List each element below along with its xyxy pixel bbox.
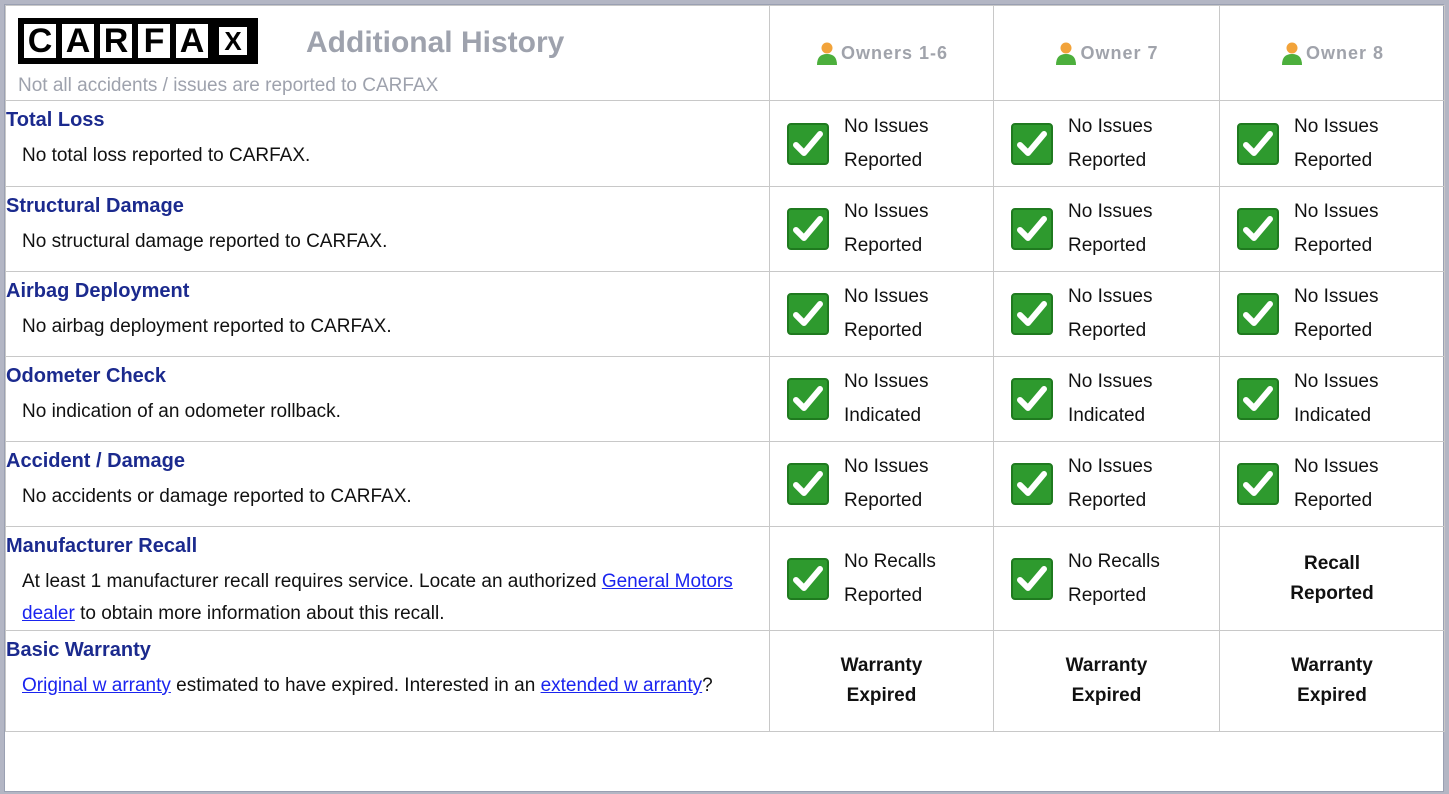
status-text: No Issues Reported [1068,115,1153,171]
header-cell: C A R F A X Additional History Not all a… [5,5,770,101]
owner-column-header: Owner 8 [1219,5,1445,101]
carfax-logo: C A R F A X [18,18,258,64]
category-description: No total loss reported to CARFAX. [22,145,311,166]
logo-letter: R [98,22,134,60]
check-icon [787,208,829,250]
section-title: Additional History [306,26,565,59]
check-icon [787,293,829,335]
status-text: No Issues Reported [1068,286,1153,341]
history-row-odometer-check: Odometer Check No indication of an odome… [5,356,1445,442]
status-text: No Recalls Reported [844,550,936,606]
history-row-accident-damage: Accident / Damage No accidents or damage… [5,441,1445,527]
category-title: Total Loss [6,109,105,131]
status-text: No Issues Reported [844,201,929,256]
history-row-basic-warranty: Basic Warranty Original w arranty estima… [5,630,1445,732]
history-row-total-loss: Total Loss No total loss reported to CAR… [5,100,1445,187]
status-text: No Recalls Reported [1068,550,1160,606]
check-icon [787,557,829,600]
check-icon [1011,208,1053,250]
header-row: C A R F A X Additional History Not all a… [5,5,1445,101]
check-icon [1237,463,1279,505]
check-icon [787,122,829,165]
warranty-status: Warranty Expired [1291,655,1373,706]
category-description: No airbag deployment reported to CARFAX. [22,316,392,337]
category-title: Basic Warranty [6,639,151,661]
warranty-status: Warranty Expired [1065,655,1148,706]
check-icon [1011,293,1053,335]
category-description: No accidents or damage reported to CARFA… [22,486,412,507]
owner-person-icon [1056,42,1077,65]
check-icon [1011,378,1053,420]
owner-label: Owner 8 [1305,42,1385,63]
owner-column-header: Owners 1-6 [769,5,994,101]
category-title: Structural Damage [6,195,184,217]
owner-label: Owner 7 [1080,42,1159,63]
history-row-manufacturer-recall: Manufacturer Recall At least 1 manufactu… [5,526,1445,631]
recall-status: Recall Reported [1290,552,1374,604]
category-description: Original w arranty estimated to have exp… [22,670,769,702]
status-text: No Issues Reported [1294,115,1379,171]
check-icon [1237,293,1279,335]
status-text: No Issues Reported [1294,456,1379,511]
logo-letter: C [22,22,58,60]
warranty-status: Warranty Expired [840,655,923,706]
category-description: At least 1 manufacturer recall requires … [22,566,769,630]
additional-history-panel: C A R F A X Additional History Not all a… [4,4,1445,792]
history-table: C A R F A X Additional History Not all a… [5,5,1445,732]
warranty-text: estimated to have expired. Interested in… [176,675,536,696]
status-text: No Issues Indicated [1068,371,1153,426]
category-description: No indication of an odometer rollback. [22,401,341,422]
status-text: No Issues Reported [844,115,929,171]
category-description: No structural damage reported to CARFAX. [22,231,388,252]
status-text: No Issues Reported [1068,456,1153,511]
logo-letter: A [60,22,96,60]
logo-letter: F [136,22,172,60]
check-icon [1237,378,1279,420]
check-icon [1011,463,1053,505]
recall-text: to obtain more information about this re… [80,603,445,624]
section-note: Not all accidents / issues are reported … [18,75,439,96]
owner-person-icon [816,42,837,65]
check-icon [1237,208,1279,250]
category-title: Accident / Damage [6,450,185,472]
status-text: No Issues Reported [1294,201,1379,256]
status-text: No Issues Reported [1294,286,1379,341]
logo-letter: X [212,22,254,60]
owner-column-header: Owner 7 [993,5,1220,101]
history-row-airbag-deployment: Airbag Deployment No airbag deployment r… [5,271,1445,357]
extended-warranty-link[interactable]: extended w arranty [541,675,703,696]
status-text: No Issues Indicated [1294,371,1379,426]
logo-letter: A [174,22,210,60]
status-text: No Issues Reported [1068,201,1153,256]
status-text: No Issues Reported [844,286,929,341]
status-text: No Issues Reported [844,456,929,511]
category-title: Airbag Deployment [6,280,190,302]
check-icon [1011,557,1053,600]
owner-label: Owners 1-6 [840,42,949,63]
original-warranty-link[interactable]: Original w arranty [22,675,171,696]
warranty-text-end: ? [702,675,713,696]
check-icon [1237,122,1279,165]
check-icon [787,463,829,505]
status-text: No Issues Indicated [844,371,929,426]
category-title: Manufacturer Recall [6,535,198,557]
check-icon [1011,122,1053,165]
category-title: Odometer Check [6,365,167,387]
recall-text: At least 1 manufacturer recall requires … [22,571,597,592]
check-icon [787,378,829,420]
owner-person-icon [1281,42,1302,65]
history-row-structural-damage: Structural Damage No structural damage r… [5,186,1445,272]
